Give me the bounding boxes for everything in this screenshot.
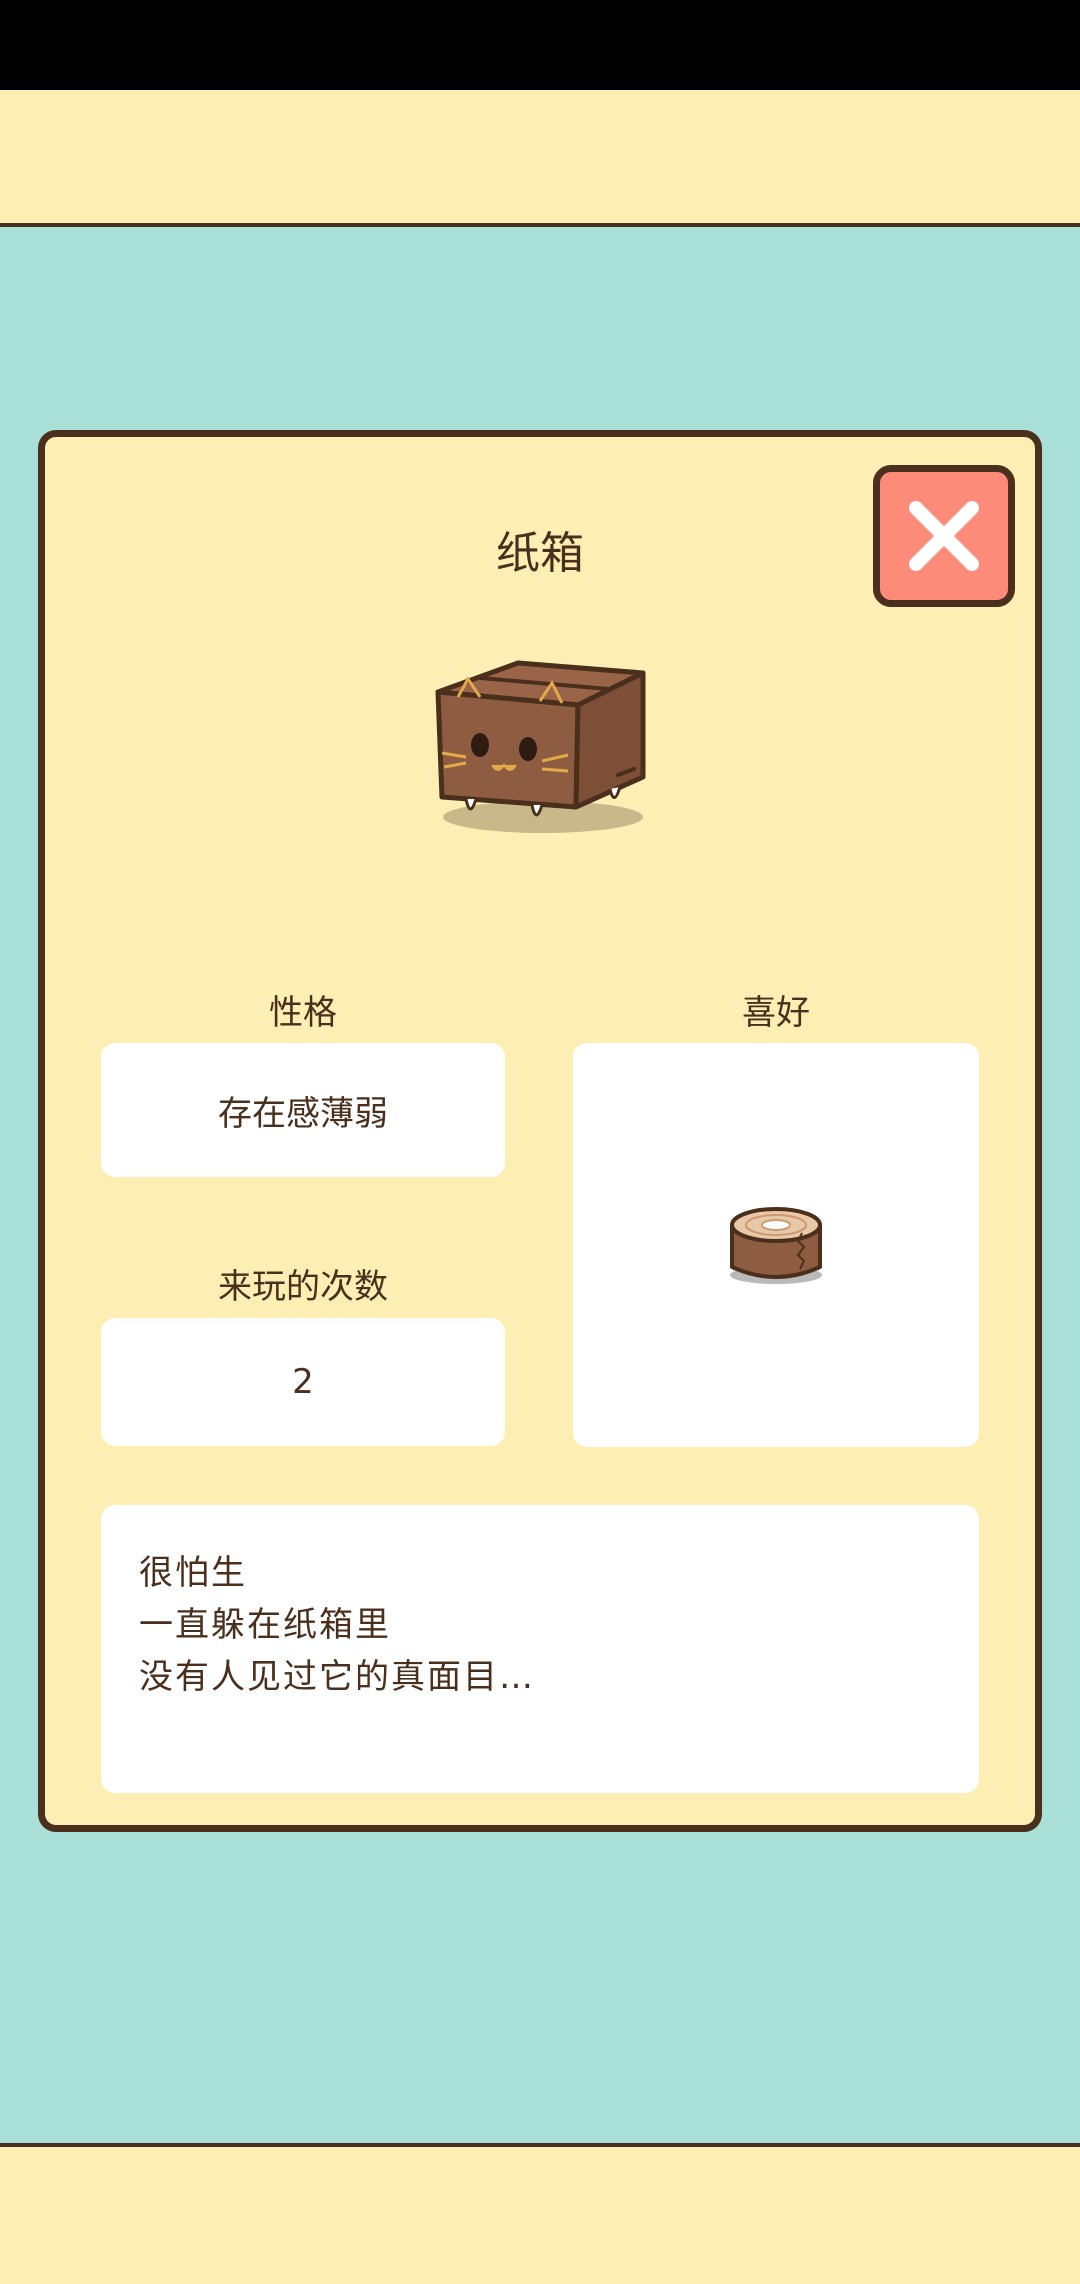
- cardboard-box-cat-icon: [435, 660, 646, 833]
- top-band: [0, 90, 1080, 227]
- description-line: 很怕生: [139, 1553, 247, 1593]
- tape-roll-icon: [730, 1207, 822, 1284]
- favorite-box: [573, 1043, 979, 1447]
- description-line: 没有人见过它的真面目…: [139, 1657, 535, 1697]
- personality-label: 性格: [269, 993, 337, 1033]
- character-description: 很怕生 一直躲在纸箱里 没有人见过它的真面目…: [101, 1505, 979, 1793]
- character-name: 纸箱: [496, 528, 584, 579]
- description-line: 一直躲在纸箱里: [139, 1605, 391, 1645]
- bottom-band: [0, 2143, 1080, 2284]
- visits-value: 2: [292, 1362, 314, 1402]
- personality-box: 存在感薄弱: [101, 1043, 505, 1177]
- favorite-label: 喜好: [742, 993, 810, 1033]
- visits-box: 2: [101, 1318, 505, 1446]
- personality-value: 存在感薄弱: [218, 1093, 388, 1134]
- visits-label: 来玩的次数: [218, 1267, 388, 1307]
- status-bar: [0, 0, 1080, 90]
- character-profile-card: 纸箱 性格 存在感薄弱 来玩的次数 2 喜好 很怕生 一直躲在纸箱里 没有人见过…: [38, 430, 1042, 1832]
